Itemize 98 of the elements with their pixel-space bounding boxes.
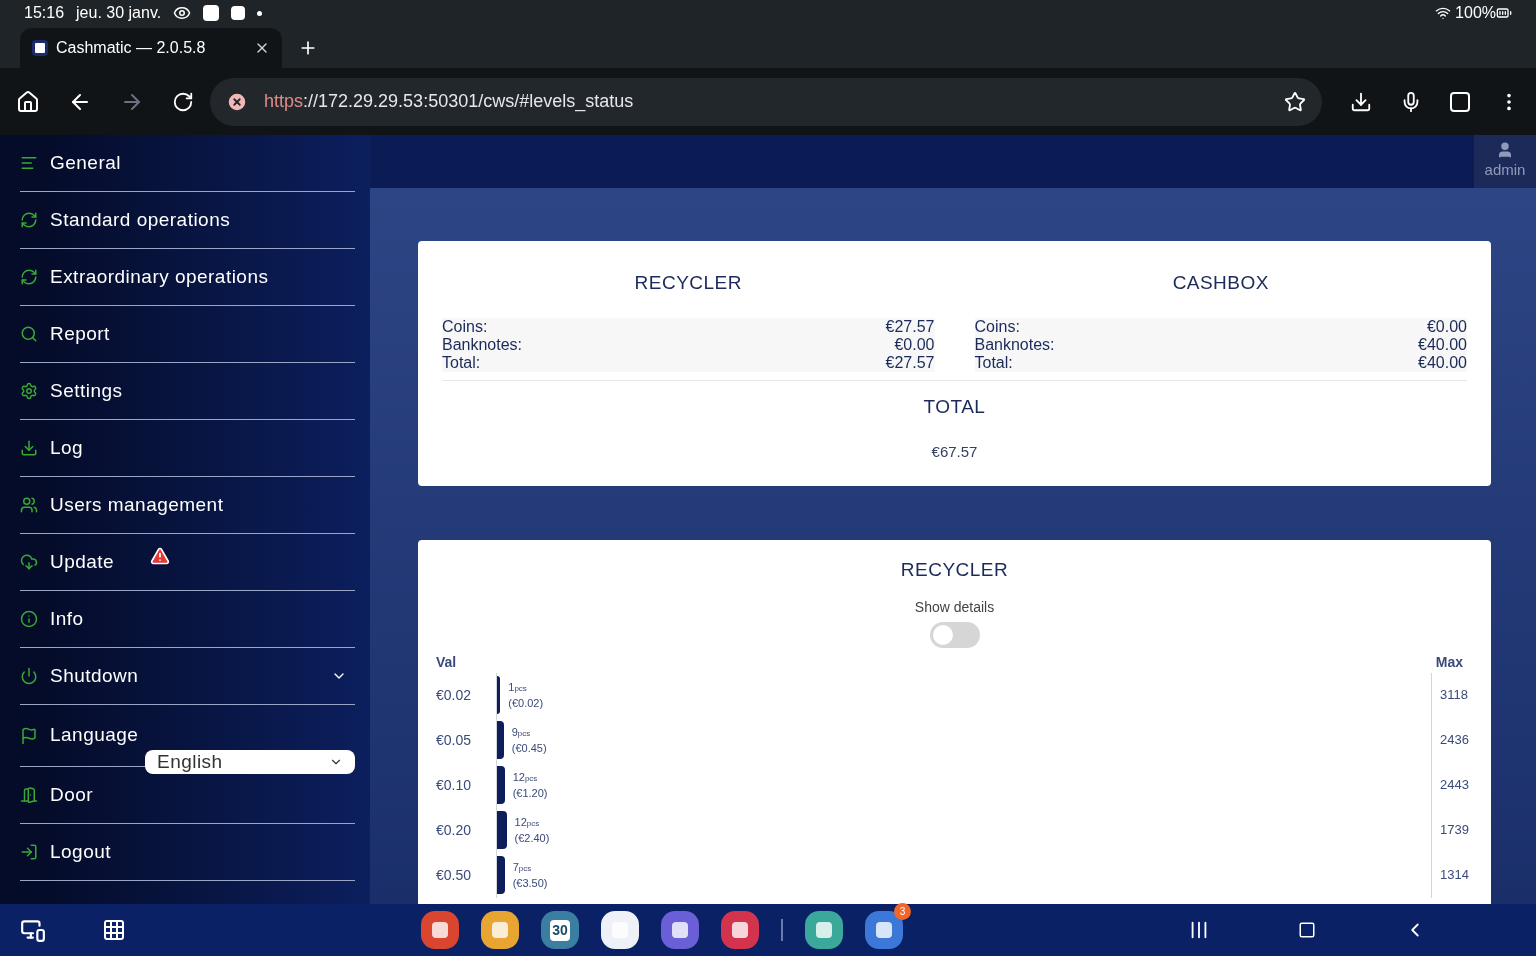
summary-value: €0.00 (894, 335, 935, 354)
sidebar-item[interactable]: Report (20, 319, 355, 349)
piece-amount: (€0.45) (511, 740, 547, 756)
download-icon (20, 439, 38, 457)
sidebar-item[interactable]: Extraordinary operations (20, 262, 355, 292)
sidebar-item[interactable]: Shutdown (20, 661, 355, 691)
piece-amount: (€2.40) (514, 830, 550, 846)
sidebar-item[interactable]: Door (20, 780, 355, 810)
max-value: 1739 (1440, 821, 1469, 840)
app-icon[interactable] (721, 911, 759, 949)
summary-label: Coins: (442, 317, 488, 336)
piece-count: 12pcs (512, 769, 539, 785)
site-logo-icon (32, 40, 48, 56)
total-title: TOTAL (923, 394, 986, 419)
summary-label: Total: (974, 353, 1013, 372)
piece-count: 7pcs (512, 859, 533, 875)
summary-label: Coins: (974, 317, 1020, 336)
sidebar-item[interactable]: Info (20, 604, 355, 634)
sidebar-item[interactable]: Settings (20, 376, 355, 406)
info-icon (20, 610, 38, 628)
summary-value: €27.57 (885, 317, 935, 336)
summary-label: Banknotes: (442, 335, 523, 354)
download-icon[interactable] (1350, 90, 1372, 113)
app-icon[interactable] (805, 911, 843, 949)
summary-label: Total: (442, 353, 481, 372)
max-value: 3118 (1440, 686, 1468, 705)
insecure-icon (226, 90, 248, 113)
max-value: 2436 (1440, 731, 1469, 750)
app-icon[interactable]: 30 (541, 911, 579, 949)
notification-badge: 3 (894, 903, 911, 920)
sidebar-item[interactable]: General (20, 148, 355, 178)
details-switch[interactable] (929, 621, 980, 648)
summary-value: €40.00 (1418, 353, 1467, 372)
column-header: Val (436, 652, 457, 672)
home-icon[interactable] (16, 89, 40, 114)
home-icon[interactable] (1298, 921, 1316, 939)
browser-tab[interactable]: Cashmatic — 2.0.5.8 (20, 28, 282, 68)
battery-icon (1496, 5, 1512, 21)
summary-value: €0.00 (1426, 317, 1467, 336)
denomination-value: €0.05 (436, 730, 473, 750)
sidebar-item[interactable]: Log (20, 433, 355, 463)
bookmark-icon[interactable] (1284, 90, 1306, 113)
tab-title: Cashmatic — 2.0.5.8 (56, 38, 207, 58)
url-text: https://172.29.29.53:50301/cws/#levels_status (264, 90, 635, 114)
max-value: 2443 (1440, 776, 1469, 795)
section-title: RECYCLER (633, 271, 743, 295)
summary-label: Banknotes: (974, 335, 1055, 354)
piece-amount: (€0.02) (508, 695, 544, 711)
piece-count: 1pcs (508, 679, 528, 695)
denomination-value: €0.10 (436, 775, 473, 795)
sync-icon (20, 211, 38, 229)
lines-icon (20, 154, 38, 172)
status-date: jeu. 30 janv. (76, 3, 162, 23)
piece-amount: (€1.20) (512, 785, 548, 801)
summary-value: €27.57 (885, 353, 935, 372)
language-select[interactable]: English (145, 750, 355, 774)
reload-icon[interactable] (172, 90, 194, 113)
total-value: €67.57 (931, 442, 978, 462)
app-icon[interactable] (601, 911, 639, 949)
max-value: 1314 (1440, 866, 1469, 885)
settings-icon (20, 382, 38, 400)
flag-icon (20, 726, 38, 745)
section-title: RECYCLER (899, 558, 1010, 582)
logout-icon (20, 843, 38, 861)
sidebar-item[interactable]: Standard operations (20, 205, 355, 235)
column-header: Max (1435, 652, 1463, 672)
sidebar-item[interactable]: Logout (20, 837, 355, 867)
sync-icon (20, 268, 38, 286)
piece-count: 9pcs (511, 724, 532, 740)
toggle-label: Show details (913, 597, 996, 617)
user-icon (1496, 141, 1514, 160)
recent-screen-icon[interactable] (20, 917, 46, 943)
sidebar-item[interactable]: Update (20, 547, 355, 577)
eye-icon (173, 4, 192, 22)
status-time: 15:16 (24, 3, 65, 23)
door-icon (20, 786, 38, 804)
battery-level: 100% (1455, 3, 1496, 23)
power-icon (20, 667, 38, 685)
user-button[interactable]: admin (1474, 135, 1536, 188)
sidebar-item[interactable]: Language (20, 721, 355, 750)
denomination-value: €0.02 (436, 685, 473, 705)
denomination-value: €0.20 (436, 820, 473, 840)
search-icon (20, 325, 38, 343)
piece-count: 12pcs (514, 814, 541, 830)
piece-amount: (€3.50) (512, 875, 548, 891)
sidebar-item[interactable]: Users management (20, 490, 355, 520)
section-title: CASHBOX (1171, 271, 1270, 295)
app-icon[interactable] (661, 911, 699, 949)
wifi-icon (1435, 5, 1452, 21)
apps-icon[interactable] (102, 918, 126, 942)
cloud-icon (20, 553, 38, 571)
denomination-value: €0.50 (436, 865, 473, 885)
app-icon[interactable] (421, 911, 459, 949)
warning-icon (150, 546, 171, 566)
users-icon (20, 496, 38, 514)
app-icon[interactable] (481, 911, 519, 949)
summary-value: €40.00 (1418, 335, 1467, 354)
address-bar[interactable]: https://172.29.29.53:50301/cws/#levels_status (210, 77, 1322, 126)
